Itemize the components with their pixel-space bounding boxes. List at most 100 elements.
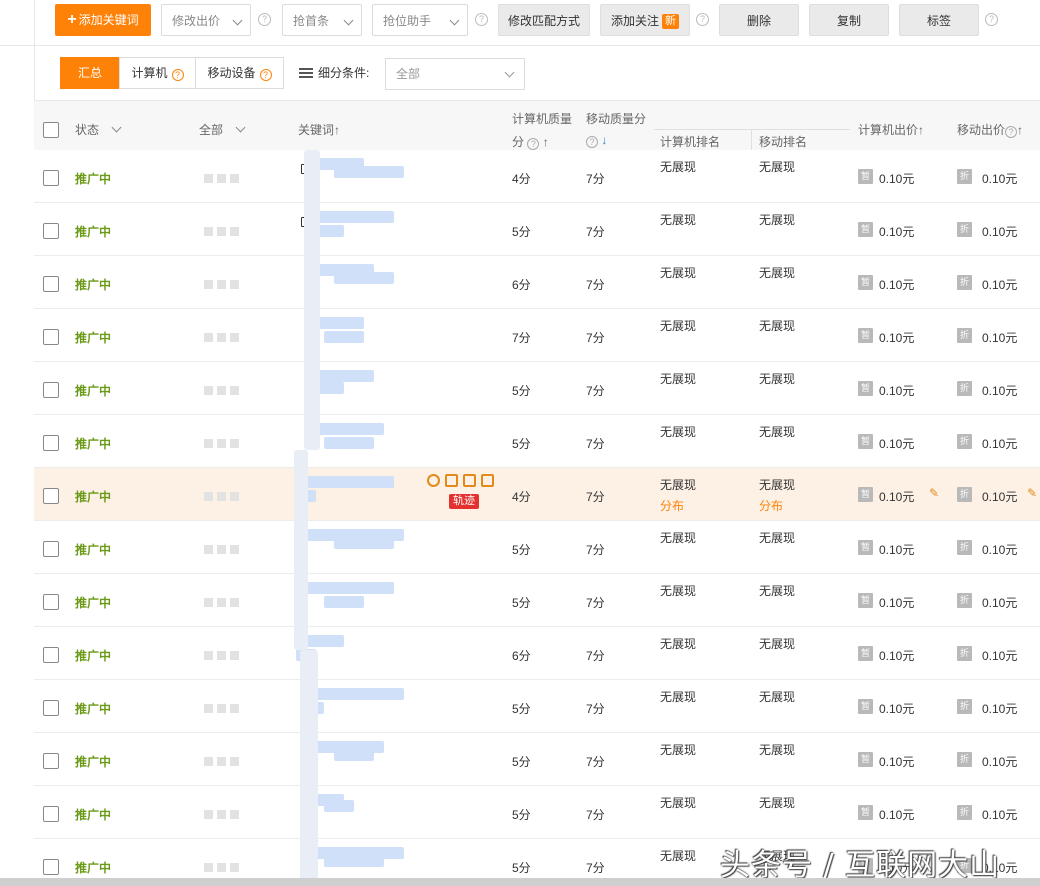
- status-cell: 推广中: [75, 702, 112, 716]
- mobile-bid-cell[interactable]: 0.10元: [982, 329, 1017, 346]
- mobile-bid-cell[interactable]: 0.10元: [982, 170, 1017, 187]
- pc-bid-cell[interactable]: 0.10元: [879, 594, 914, 611]
- table-row[interactable]: 推广中 5分 7分 无展现 无展现暂 0.10元折 0.10元: [34, 521, 1040, 574]
- table-row[interactable]: 推广中 5分 7分 无展现 无展现暂 0.10元折 0.10元: [34, 203, 1040, 256]
- row-checkbox[interactable]: [43, 806, 59, 822]
- copy-button[interactable]: 复制: [809, 4, 889, 36]
- table-row[interactable]: 推广中 5分 7分 无展现 无展现暂 0.10元折 0.10元: [34, 680, 1040, 733]
- tab-summary[interactable]: 汇总: [60, 57, 120, 89]
- chart-icon[interactable]: [463, 474, 476, 487]
- table-row[interactable]: 推广中 5分 7分 无展现 无展现暂 0.10元折 0.10元: [34, 574, 1040, 627]
- help-icon[interactable]: ?: [696, 13, 709, 26]
- table-row[interactable]: 推广中 5分 7分 无展现 无展现暂 0.10元折 0.10元: [34, 362, 1040, 415]
- row-checkbox[interactable]: [43, 541, 59, 557]
- table-row[interactable]: 推广中 5分 7分 无展现 无展现暂 0.10元折 0.10元: [34, 415, 1040, 468]
- mobile-bid-cell[interactable]: 0.10元: [982, 276, 1017, 293]
- pc-bid-cell[interactable]: 0.10元: [879, 329, 914, 346]
- help-icon[interactable]: ?: [475, 13, 488, 26]
- mobile-bid-header[interactable]: 移动出价? ↑: [957, 121, 1023, 138]
- all-filter[interactable]: 全部: [199, 121, 246, 138]
- horizontal-scrollbar[interactable]: [0, 878, 1040, 886]
- mobile-quality-cell: 7分: [586, 437, 605, 451]
- row-checkbox[interactable]: [43, 488, 59, 504]
- edit-pencil-icon[interactable]: ✎: [1027, 486, 1039, 500]
- pc-bid-header[interactable]: 计算机出价↑: [858, 121, 924, 138]
- pc-bid-cell[interactable]: 0.10元: [879, 488, 914, 505]
- mobile-rank-distribution-link[interactable]: 分布: [759, 497, 783, 514]
- pc-bid-cell[interactable]: 0.10元: [879, 541, 914, 558]
- modify-bid-dropdown[interactable]: 修改出价: [161, 4, 251, 36]
- mobile-bid-cell[interactable]: 0.10元: [982, 700, 1017, 717]
- help-icon: ?: [171, 69, 184, 81]
- row-checkbox[interactable]: [43, 223, 59, 239]
- mobile-bid-icon: 折: [957, 805, 972, 820]
- pc-bid-cell[interactable]: 0.10元: [879, 435, 914, 452]
- add-follow-button[interactable]: 添加关注新: [600, 4, 690, 36]
- pc-bid-cell[interactable]: 0.10元: [879, 223, 914, 240]
- trail-button[interactable]: 轨迹: [449, 494, 479, 509]
- pc-bid-cell[interactable]: 0.10元: [879, 276, 914, 293]
- mobile-bid-cell[interactable]: 0.10元: [982, 488, 1017, 505]
- monitor-icon[interactable]: [445, 474, 458, 487]
- pc-rank-distribution-link[interactable]: 分布: [660, 497, 684, 514]
- pc-bid-cell[interactable]: 0.10元: [879, 753, 914, 770]
- mobile-bid-cell[interactable]: 0.10元: [982, 223, 1017, 240]
- mobile-bid-cell[interactable]: 0.10元: [982, 382, 1017, 399]
- grab-top-dropdown[interactable]: 抢首条: [282, 4, 362, 36]
- pc-quality-header[interactable]: 计算机质量: [512, 110, 572, 127]
- tag-button[interactable]: 标签: [899, 4, 979, 36]
- filter-condition-select[interactable]: 全部: [385, 58, 525, 90]
- add-keyword-button[interactable]: + 添加关键词: [55, 4, 151, 36]
- row-checkbox[interactable]: [43, 753, 59, 769]
- table-row[interactable]: 推广中 轨迹 4分 7分 无展现 无展现 分布 分布暂 0.10元折 0.10元 ✎ ✎: [34, 468, 1040, 521]
- mobile-bid-cell[interactable]: 0.10元: [982, 753, 1017, 770]
- table-row[interactable]: 推广中 5分 7分 无展现 无展现暂 0.10元折 0.10元: [34, 733, 1040, 786]
- trash-icon[interactable]: [481, 474, 494, 487]
- table-row[interactable]: 推广中 4分 7分 无展现 无展现暂 0.10元折 0.10元: [34, 150, 1040, 203]
- mobile-rank-cell: 无展现: [759, 160, 796, 174]
- select-all-checkbox[interactable]: [43, 122, 59, 138]
- pc-bid-cell[interactable]: 0.10元: [879, 647, 914, 664]
- row-checkbox[interactable]: [43, 594, 59, 610]
- tab-computer[interactable]: 计算机?: [119, 57, 196, 89]
- row-checkbox[interactable]: [43, 700, 59, 716]
- help-icon[interactable]: ?: [258, 13, 271, 26]
- grab-helper-dropdown[interactable]: 抢位助手: [372, 4, 468, 36]
- row-checkbox[interactable]: [43, 647, 59, 663]
- sort-arrow-icon: ↑: [542, 135, 549, 149]
- pc-bid-icon: 暂: [858, 593, 873, 608]
- mobile-bid-cell[interactable]: 0.10元: [982, 435, 1017, 452]
- row-checkbox[interactable]: [43, 276, 59, 292]
- mobile-bid-cell[interactable]: 0.10元: [982, 647, 1017, 664]
- table-row[interactable]: 推广中 6分 7分 无展现 无展现暂 0.10元折 0.10元: [34, 627, 1040, 680]
- mobile-bid-cell[interactable]: 0.10元: [982, 806, 1017, 823]
- pc-bid-cell[interactable]: 0.10元: [879, 806, 914, 823]
- pc-bid-cell[interactable]: 0.10元: [879, 700, 914, 717]
- mobile-bid-icon: 折: [957, 169, 972, 184]
- pc-quality-header-line2[interactable]: 分 ? ↑: [512, 133, 549, 150]
- row-checkbox[interactable]: [43, 170, 59, 186]
- help-icon: ?: [259, 69, 272, 81]
- pc-bid-cell[interactable]: 0.10元: [879, 382, 914, 399]
- status-filter[interactable]: 状态: [75, 121, 122, 138]
- table-row[interactable]: 推广中 6分 7分 无展现 无展现暂 0.10元折 0.10元: [34, 256, 1040, 309]
- pc-bid-cell[interactable]: 0.10元: [879, 170, 914, 187]
- edit-pencil-icon[interactable]: ✎: [929, 486, 941, 500]
- mobile-quality-header[interactable]: 移动质量分: [586, 110, 646, 127]
- tab-mobile[interactable]: 移动设备?: [195, 57, 284, 89]
- mobile-bid-icon: 折: [957, 646, 972, 661]
- mobile-bid-cell[interactable]: 0.10元: [982, 541, 1017, 558]
- table-row[interactable]: 推广中 5分 7分 无展现 无展现暂 0.10元折 0.10元: [34, 786, 1040, 839]
- row-checkbox[interactable]: [43, 382, 59, 398]
- row-checkbox[interactable]: [43, 435, 59, 451]
- delete-button[interactable]: 删除: [719, 4, 799, 36]
- keyword-header[interactable]: 关键词↑: [298, 121, 340, 138]
- mobile-bid-cell[interactable]: 0.10元: [982, 594, 1017, 611]
- modify-match-button[interactable]: 修改匹配方式: [498, 4, 590, 36]
- row-checkbox[interactable]: [43, 859, 59, 875]
- row-checkbox[interactable]: [43, 329, 59, 345]
- mobile-quality-sort[interactable]: ? ↓: [586, 133, 607, 148]
- table-row[interactable]: 推广中 7分 7分 无展现 无展现暂 0.10元折 0.10元: [34, 309, 1040, 362]
- help-icon[interactable]: ?: [985, 13, 998, 26]
- target-icon[interactable]: [427, 474, 440, 487]
